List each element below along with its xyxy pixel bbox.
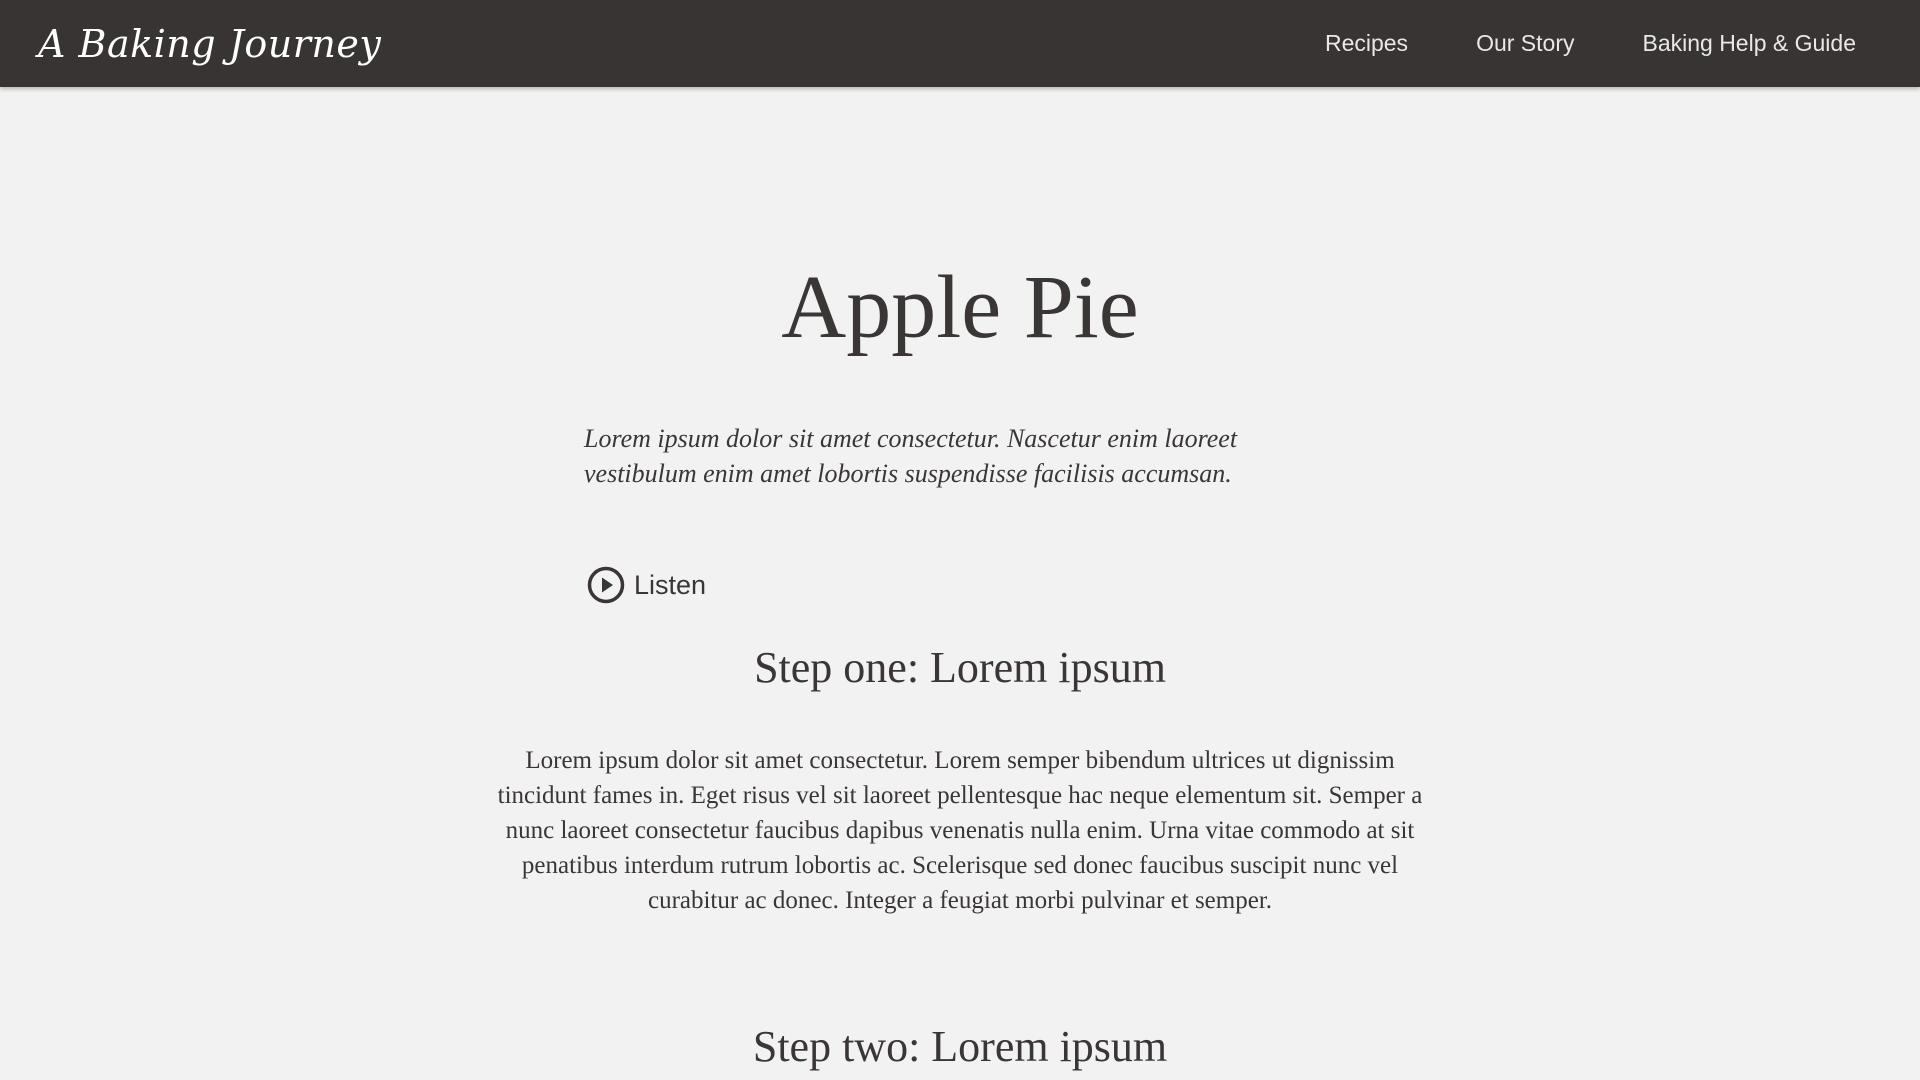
- listen-label: Listen: [634, 569, 707, 600]
- step-one-heading: Step one: Lorem ipsum: [754, 643, 1166, 692]
- page-title: Apple Pie: [781, 258, 1139, 357]
- nav-link-our-story[interactable]: Our Story: [1476, 30, 1574, 57]
- step-two-heading: Step two: Lorem ipsum: [752, 1022, 1168, 1071]
- play-circle-icon: [586, 565, 626, 605]
- nav-link-baking-help[interactable]: Baking Help & Guide: [1642, 30, 1856, 57]
- listen-button[interactable]: Listen: [586, 564, 706, 606]
- site-logo[interactable]: A Baking Journey: [38, 14, 381, 74]
- nav-link-recipes[interactable]: Recipes: [1325, 30, 1408, 57]
- main-nav: Recipes Our Story Baking Help & Guide: [1325, 0, 1856, 87]
- top-navigation-bar: A Baking Journey Recipes Our Story Bakin…: [0, 0, 1920, 87]
- recipe-intro: Lorem ipsum dolor sit amet consectetur. …: [584, 424, 1238, 488]
- step-one-text: Lorem ipsum dolor sit amet consectetur. …: [497, 747, 1423, 914]
